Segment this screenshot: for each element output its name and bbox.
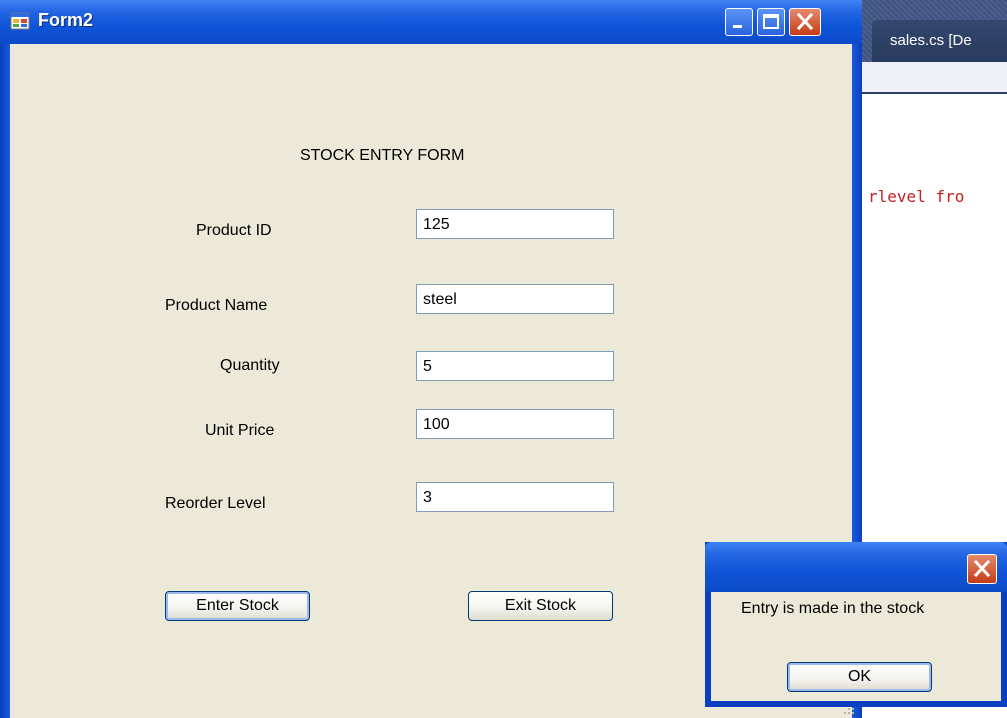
form-window-icon [10, 12, 30, 30]
message-box-titlebar[interactable] [705, 542, 1007, 592]
reorder-level-label: Reorder Level [165, 495, 266, 512]
message-box-client-area: Entry is made in the stock OK [711, 592, 1001, 701]
message-text: Entry is made in the stock [741, 600, 925, 617]
maximize-button[interactable] [757, 8, 785, 36]
window-title: Form2 [38, 10, 94, 30]
close-icon [973, 559, 991, 578]
product-id-label: Product ID [196, 222, 272, 239]
close-icon [796, 12, 814, 31]
maximize-icon [763, 14, 779, 29]
unit-price-input[interactable] [416, 409, 614, 439]
minimize-icon [733, 25, 742, 28]
message-box-close-button[interactable] [967, 554, 997, 584]
minimize-button[interactable] [725, 8, 753, 36]
close-button[interactable] [789, 8, 821, 36]
message-box: Entry is made in the stock OK [705, 542, 1007, 707]
ide-navigation-bar [862, 62, 1007, 94]
product-id-input[interactable] [416, 209, 614, 239]
ide-code-text: rlevel fro [868, 187, 965, 206]
ide-document-tab[interactable]: sales.cs [De [872, 20, 1007, 62]
exit-stock-button[interactable]: Exit Stock [468, 591, 613, 621]
product-name-input[interactable] [416, 284, 614, 314]
form2-titlebar[interactable]: Form2 [0, 0, 862, 44]
ok-button[interactable]: OK [787, 662, 932, 692]
unit-price-label: Unit Price [205, 422, 275, 439]
quantity-input[interactable] [416, 351, 614, 381]
product-name-label: Product Name [165, 297, 268, 314]
form-heading: STOCK ENTRY FORM [300, 147, 465, 164]
quantity-label: Quantity [220, 357, 280, 374]
enter-stock-button[interactable]: Enter Stock [165, 591, 310, 621]
window-frame-left [0, 44, 10, 718]
ide-tabstrip: sales.cs [De [862, 0, 1007, 62]
reorder-level-input[interactable] [416, 482, 614, 512]
